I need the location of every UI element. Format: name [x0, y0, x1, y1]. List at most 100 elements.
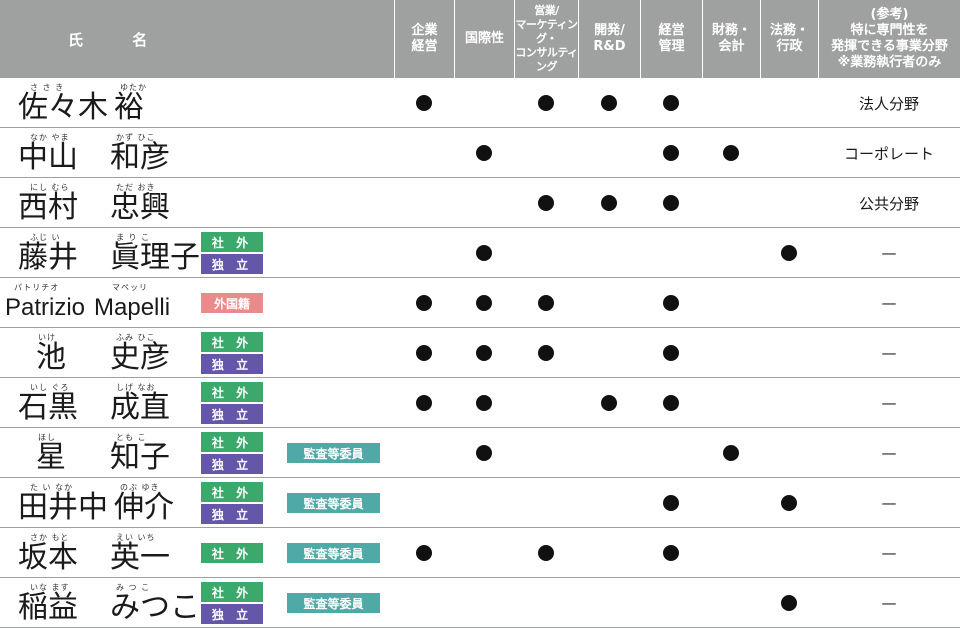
table-row: いし ぐろ しげ なお 石黒 成直社 外独 立 — — [0, 378, 960, 428]
skill-dot — [416, 395, 432, 411]
independent-badge: 独 立 — [201, 504, 263, 524]
audit-committee-badge: 監査等委員 — [287, 493, 380, 513]
header-skill-management: 企業 経営 — [394, 0, 454, 78]
header-skill-admin: 経営 管理 — [640, 0, 702, 78]
independent-badge: 独 立 — [201, 354, 263, 374]
expertise-cell: 公共分野 — [858, 194, 919, 213]
header-skill-legal: 法務・ 行政 — [760, 0, 818, 78]
name-given: 史彦 — [110, 340, 170, 375]
skill-matrix-table: 氏 名 企業 経営 国際性 営業/ マーケティング・ コンサルティング 開発/ … — [0, 0, 960, 628]
skill-dot — [476, 295, 492, 311]
name-family: 西村 — [18, 190, 78, 225]
skill-dot — [416, 545, 432, 561]
table-row: いな ますみ つ こ稲益 みつこ社 外独 立監査等委員 — — [0, 578, 960, 628]
skill-dot — [538, 195, 554, 211]
header-expertise: (参考) 特に専門性を 発揮できる事業分野 ※業務執行者のみ — [818, 0, 960, 78]
outside-badge: 社 外 — [201, 432, 263, 452]
independent-badge: 独 立 — [201, 604, 263, 624]
outside-badge: 社 外 — [201, 382, 263, 402]
audit-committee-badge: 監査等委員 — [287, 593, 380, 613]
header-name-label: 氏 名 — [68, 30, 170, 49]
skill-dot — [538, 295, 554, 311]
name-given: 知子 — [110, 440, 170, 475]
skill-dot — [781, 495, 797, 511]
skill-dot — [416, 345, 432, 361]
name-given: 裕 — [114, 90, 144, 125]
name-family: 田井中 — [18, 490, 108, 525]
expertise-cell: — — [881, 444, 897, 462]
name-family: 池 — [36, 340, 66, 375]
skill-dot — [723, 445, 739, 461]
skill-dot — [601, 95, 617, 111]
expertise-cell: — — [881, 244, 897, 262]
skill-dot — [781, 245, 797, 261]
skill-dot — [538, 545, 554, 561]
name-given: Mapelli — [94, 294, 171, 321]
table-row: パトリチオ マペッリ Patrizio Mapelli 外国籍 — — [0, 278, 960, 328]
skill-dot — [663, 95, 679, 111]
independent-badge: 独 立 — [201, 254, 263, 274]
name-given: 眞理子 — [110, 240, 200, 275]
expertise-cell: コーポレート — [843, 144, 934, 163]
header-skill-sales-marketing: 営業/ マーケティング・ コンサルティング — [514, 0, 578, 78]
name-ruby-family: パトリチオ — [14, 283, 60, 292]
name-ruby-given: マペッリ — [112, 283, 148, 292]
table-row: さ さ きゆたか 佐々木裕法人分野 — [0, 78, 960, 128]
name-family: 石黒 — [18, 390, 78, 425]
table-row: た い なか のぶ ゆき 田井中 伸介社 外独 立監査等委員 — — [0, 478, 960, 528]
name-family: 中山 — [18, 140, 78, 175]
skill-dot — [781, 595, 797, 611]
name-family: 稲益 — [18, 590, 78, 625]
skill-dot — [663, 145, 679, 161]
outside-badge: 社 外 — [201, 582, 263, 602]
name-family: 佐々木 — [18, 90, 108, 125]
table-row: ほし とも こ星知子社 外独 立監査等委員 — — [0, 428, 960, 478]
name-given: 和彦 — [110, 140, 170, 175]
audit-committee-badge: 監査等委員 — [287, 543, 380, 563]
header-skill-international: 国際性 — [454, 0, 514, 78]
skill-dot — [416, 295, 432, 311]
skill-dot — [663, 295, 679, 311]
skill-dot — [476, 145, 492, 161]
name-given: 成直 — [110, 390, 170, 425]
name-family: 藤井 — [18, 240, 78, 275]
header-skill-finance: 財務・ 会計 — [702, 0, 760, 78]
table-row: にし むら ただ おき 西村 忠興 公共分野 — [0, 178, 960, 228]
header-skill-rd: 開発/ R&D — [578, 0, 640, 78]
outside-badge: 社 外 — [201, 482, 263, 502]
expertise-cell: — — [881, 294, 897, 312]
skill-dot — [663, 395, 679, 411]
table-row: いけ ふみ ひこ池史彦社 外独 立 — — [0, 328, 960, 378]
header-name-cell: 氏 名 — [0, 0, 394, 78]
name-family: 坂本 — [18, 540, 78, 575]
name-family: Patrizio — [5, 294, 86, 321]
skill-dot — [416, 95, 432, 111]
table-row: さか もと えい いち 坂本 英一社 外監査等委員 — — [0, 528, 960, 578]
outside-badge: 社 外 — [201, 332, 263, 352]
skill-dot — [476, 445, 492, 461]
expertise-cell: — — [881, 544, 897, 562]
expertise-cell: — — [881, 594, 897, 612]
name-given: みつこ — [110, 590, 200, 625]
foreign-badge: 外国籍 — [201, 293, 263, 313]
skill-dot — [723, 145, 739, 161]
skill-dot — [476, 395, 492, 411]
skill-dot — [476, 345, 492, 361]
outside-badge: 社 外 — [201, 232, 263, 252]
audit-committee-badge: 監査等委員 — [287, 443, 380, 463]
independent-badge: 独 立 — [201, 404, 263, 424]
skill-dot — [538, 345, 554, 361]
skill-dot — [476, 245, 492, 261]
skill-dot — [663, 195, 679, 211]
skill-dot — [663, 545, 679, 561]
skill-dot — [601, 195, 617, 211]
expertise-cell: — — [881, 394, 897, 412]
table-row: なか やま かず ひこ 中山 和彦 コーポレート — [0, 128, 960, 178]
name-given: 伸介 — [114, 490, 174, 525]
skill-dot — [663, 495, 679, 511]
expertise-cell: 法人分野 — [858, 94, 919, 113]
outside-badge: 社 外 — [201, 543, 263, 563]
expertise-cell: — — [881, 344, 897, 362]
skill-dot — [538, 95, 554, 111]
expertise-cell: — — [881, 494, 897, 512]
